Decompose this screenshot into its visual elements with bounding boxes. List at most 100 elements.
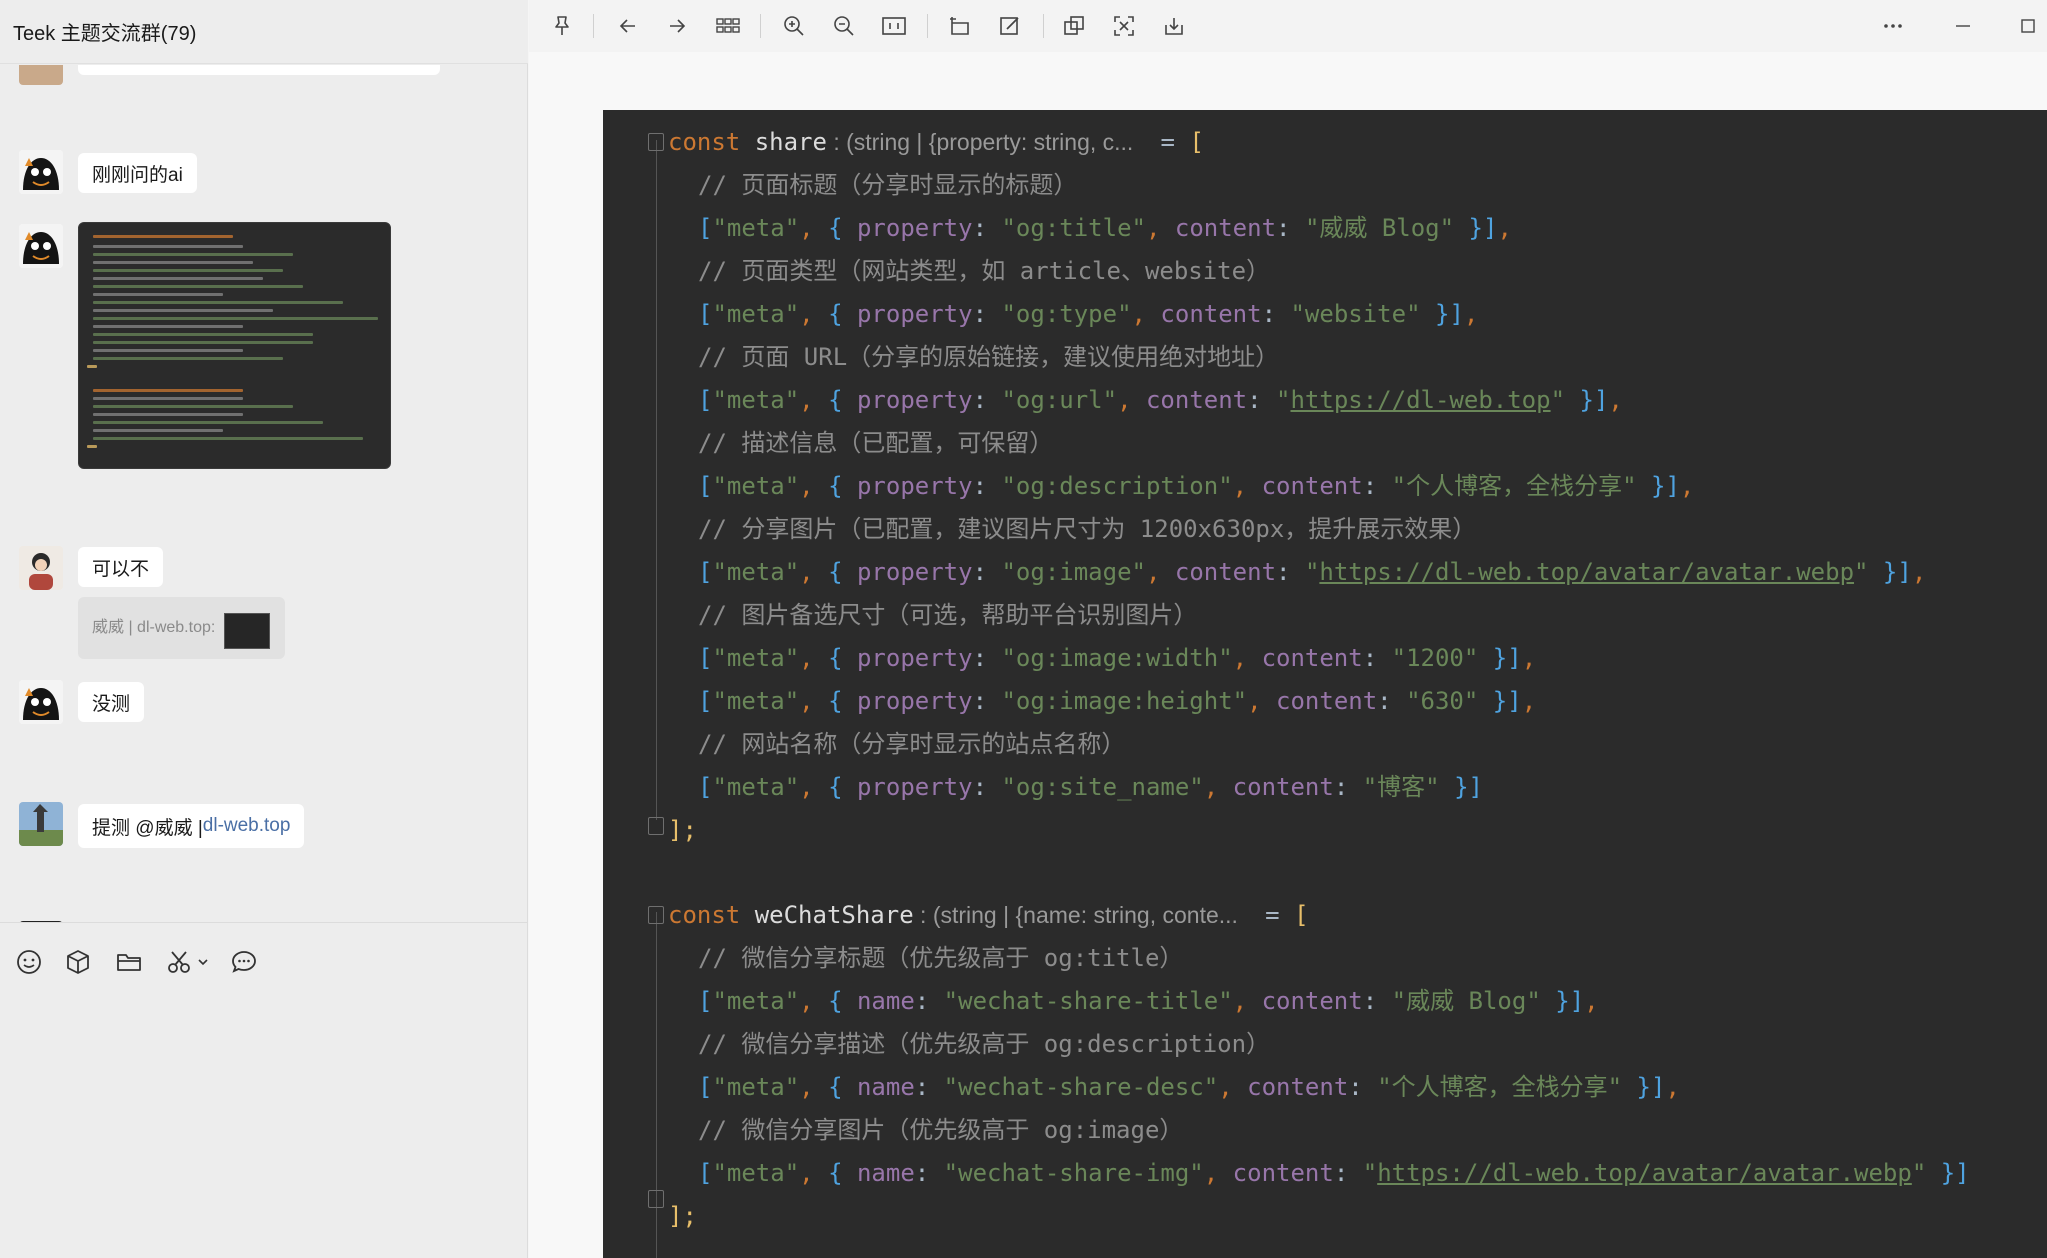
composer[interactable]	[0, 922, 527, 1258]
bracket: {	[828, 1159, 857, 1187]
message-bubble[interactable]	[78, 65, 440, 75]
string: "meta"	[712, 300, 800, 328]
grid-icon[interactable]	[713, 11, 743, 41]
code-screenshot[interactable]: const share : (string | {property: strin…	[603, 110, 2047, 1258]
bracket: [	[698, 1073, 713, 1101]
string: "wechat-share-img"	[943, 1159, 1204, 1187]
avatar[interactable]	[19, 150, 63, 194]
bracket: ]	[1955, 1159, 1970, 1187]
bracket: {	[828, 687, 857, 715]
comment-line: // 页面标题（分享时显示的标题）	[698, 165, 1077, 205]
property-key: content	[1232, 1159, 1334, 1187]
fold-marker[interactable]	[648, 1190, 664, 1208]
avatar[interactable]	[19, 224, 63, 268]
string: "	[1276, 386, 1291, 414]
bracket: [	[698, 386, 713, 414]
message-bubble[interactable]: 可以不	[78, 547, 164, 587]
thumbnail-line	[93, 333, 313, 336]
property-key: content	[1174, 558, 1277, 586]
punct: ,	[1203, 773, 1233, 801]
string: "meta"	[712, 558, 800, 586]
link-dl-web-top[interactable]: dl-web.top	[203, 815, 291, 837]
avatar[interactable]	[19, 546, 63, 590]
string: "meta"	[712, 1159, 800, 1187]
property-key: content	[1261, 472, 1363, 500]
string: "威威 Blog"	[1304, 214, 1455, 242]
folder-icon[interactable]	[114, 947, 144, 977]
message-text: 没测	[92, 693, 131, 715]
bracket: [	[698, 644, 713, 672]
variable-name: weChatShare	[754, 901, 914, 929]
string: "meta"	[712, 644, 800, 672]
punct: ,	[1232, 987, 1262, 1015]
bracket: }	[1420, 300, 1450, 328]
quoted-message[interactable]: 威威 | dl-web.top:	[78, 597, 285, 659]
string: "meta"	[712, 214, 800, 242]
comment-line: // 网站名称（分享时显示的站点名称）	[698, 724, 1125, 764]
property-key: content	[1160, 300, 1262, 328]
chevron-down-icon[interactable]	[195, 947, 211, 977]
box-icon[interactable]	[63, 947, 93, 977]
punct: :	[972, 558, 1002, 586]
download-icon[interactable]	[1159, 11, 1189, 41]
maximize-icon[interactable]	[2013, 11, 2043, 41]
copy-icon[interactable]	[1059, 11, 1089, 41]
fit-icon[interactable]	[879, 11, 909, 41]
string: "1200"	[1391, 644, 1479, 672]
message-bubble[interactable]: 没测	[78, 682, 145, 722]
edit-icon[interactable]	[995, 11, 1025, 41]
fold-marker[interactable]	[648, 906, 664, 924]
message-list[interactable]: 刚刚问的ai 可以不 威威 | dl-web.top: 没测 提测 @威威 | …	[0, 65, 527, 922]
punct: :	[972, 472, 1002, 500]
keyword: const	[668, 901, 755, 929]
bracket: ]	[1468, 773, 1483, 801]
punct: ,	[1232, 644, 1262, 672]
string: "og:title"	[1001, 214, 1146, 242]
emoji-icon[interactable]	[14, 947, 44, 977]
property-key: content	[1247, 1073, 1349, 1101]
bracket: ]	[1897, 558, 1912, 586]
meta-line: ["meta", { property: "og:image:width", c…	[698, 638, 1536, 678]
toolbar-divider	[927, 14, 928, 38]
zoom-in-icon[interactable]	[779, 11, 809, 41]
zoom-out-icon[interactable]	[829, 11, 859, 41]
bracket: }	[1622, 1073, 1651, 1101]
punct: ,	[1911, 558, 1927, 586]
string: "博客"	[1362, 773, 1440, 801]
pin-icon[interactable]	[547, 11, 577, 41]
forward-arrow-icon[interactable]	[662, 11, 692, 41]
quote-thumbnail	[224, 613, 270, 649]
message-bubble[interactable]: 提测 @威威 | dl-web.top	[78, 804, 305, 848]
bracket: ]	[1651, 1073, 1666, 1101]
punct: ,	[799, 687, 829, 715]
avatar[interactable]	[19, 802, 63, 846]
meta-line: ["meta", { property: "og:title", content…	[698, 208, 1512, 248]
thumbnail-line	[93, 397, 243, 400]
fold-marker[interactable]	[648, 817, 664, 835]
thumbnail-line	[87, 445, 97, 448]
declaration-line: const weChatShare : (string | {name: str…	[668, 895, 1309, 935]
string: "og:image"	[1001, 558, 1146, 586]
comment-line: // 页面 URL（分享的原始链接，建议使用绝对地址）	[698, 337, 1279, 377]
comment: // 页面标题（分享时显示的标题）	[698, 171, 1078, 199]
comment: // 页面类型（网站类型，如 article、website）	[698, 257, 1271, 285]
message-bubble[interactable]: 刚刚问的ai	[78, 153, 197, 193]
punct: ,	[1584, 987, 1599, 1015]
meta-line: ["meta", { property: "og:type", content:…	[698, 294, 1478, 334]
bracket: }	[1478, 644, 1508, 672]
image-message[interactable]	[78, 222, 391, 469]
scan-icon[interactable]	[1109, 11, 1139, 41]
punct: ,	[799, 773, 829, 801]
avatar[interactable]	[19, 65, 63, 85]
back-arrow-icon[interactable]	[613, 11, 643, 41]
string: "meta"	[712, 987, 800, 1015]
minimize-icon[interactable]	[1948, 11, 1978, 41]
scissors-icon[interactable]	[164, 947, 194, 977]
chat-bubble-icon[interactable]	[229, 947, 259, 977]
more-icon[interactable]	[1878, 11, 1908, 41]
rotate-icon[interactable]	[945, 11, 975, 41]
fold-marker[interactable]	[648, 133, 664, 151]
avatar[interactable]	[19, 680, 63, 724]
punct: ,	[1117, 386, 1146, 414]
punct: ,	[1145, 558, 1175, 586]
